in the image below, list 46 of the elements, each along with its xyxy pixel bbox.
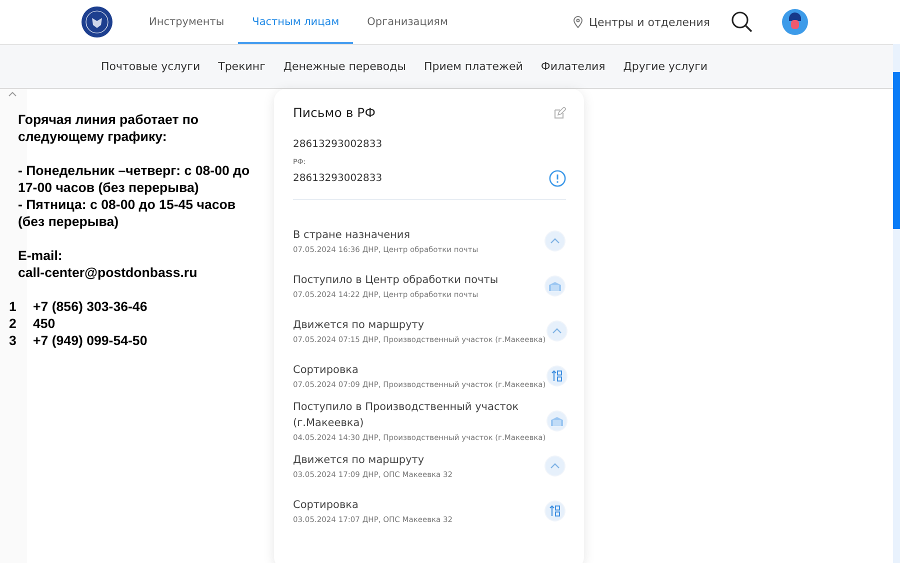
nav-tab[interactable]: Инструменты (135, 0, 238, 44)
subnav-link[interactable]: Почтовые услуги (92, 60, 210, 73)
warehouse-icon (544, 274, 566, 296)
phone-number: +7 (949) 099-54-50 (33, 332, 148, 349)
card-title: Письмо в РФ (293, 105, 376, 120)
event-title: В стране назначения (293, 228, 412, 243)
event-title: Поступило в Производственный участок (г.Макеевка) (293, 400, 520, 431)
email-address: call-center@postdonbass.ru (18, 264, 198, 281)
exclamation-icon[interactable] (549, 170, 566, 187)
subnav-link[interactable]: Прием платежей (414, 60, 532, 73)
location-pin-icon (573, 16, 584, 28)
event-title: Сортировка (293, 363, 360, 378)
caret-up-icon[interactable] (8, 91, 17, 97)
list-number: 3 (9, 332, 18, 349)
phone-number: 450 (33, 315, 56, 332)
schedule-line: - Пятница: с 08-00 до 15-45 часов (без перерыва) (18, 196, 237, 230)
avatar-icon[interactable] (782, 9, 808, 35)
subnav-link[interactable]: Другие услуги (614, 60, 717, 73)
edit-icon[interactable] (554, 106, 566, 118)
hotline-heading: Горячая линия работает по следующему графику: (18, 111, 200, 145)
list-number: 1 (9, 298, 18, 315)
search-icon[interactable] (730, 10, 754, 34)
tracking-number: 28613293002833 (293, 139, 384, 150)
chevron-up-icon (544, 230, 566, 252)
subnav-link[interactable]: Трекинг (209, 60, 274, 73)
nav-tab[interactable]: Организациям (353, 0, 462, 44)
event-title: Сортировка (293, 498, 360, 513)
phone-number: +7 (856) 303-36-46 (33, 298, 148, 315)
scrollbar-thumb[interactable] (893, 72, 900, 229)
event-title: Поступило в Центр обработки почты (293, 273, 498, 288)
email-label: E-mail: (18, 247, 64, 264)
subnav-link[interactable]: Филателия (532, 60, 614, 73)
warehouse-icon (546, 410, 568, 432)
subnav-link[interactable]: Денежные переводы (274, 60, 415, 73)
chevron-up-icon (546, 320, 568, 342)
sort-icon (546, 364, 568, 386)
event-title: Движется по маршруту (293, 453, 426, 468)
list-number: 2 (9, 315, 18, 332)
location-link[interactable]: Центры и отделения (589, 16, 710, 28)
schedule-line: - Понедельник –четверг: с 08-00 до 17-00 часов (без перерыва) (18, 162, 251, 196)
scrollbar[interactable] (893, 44, 900, 563)
logo-icon[interactable] (81, 6, 113, 38)
event-title: Движется по маршруту (293, 318, 426, 333)
chevron-up-icon (544, 454, 566, 476)
sort-icon (544, 500, 566, 522)
rf-number: 28613293002833 (293, 173, 382, 184)
